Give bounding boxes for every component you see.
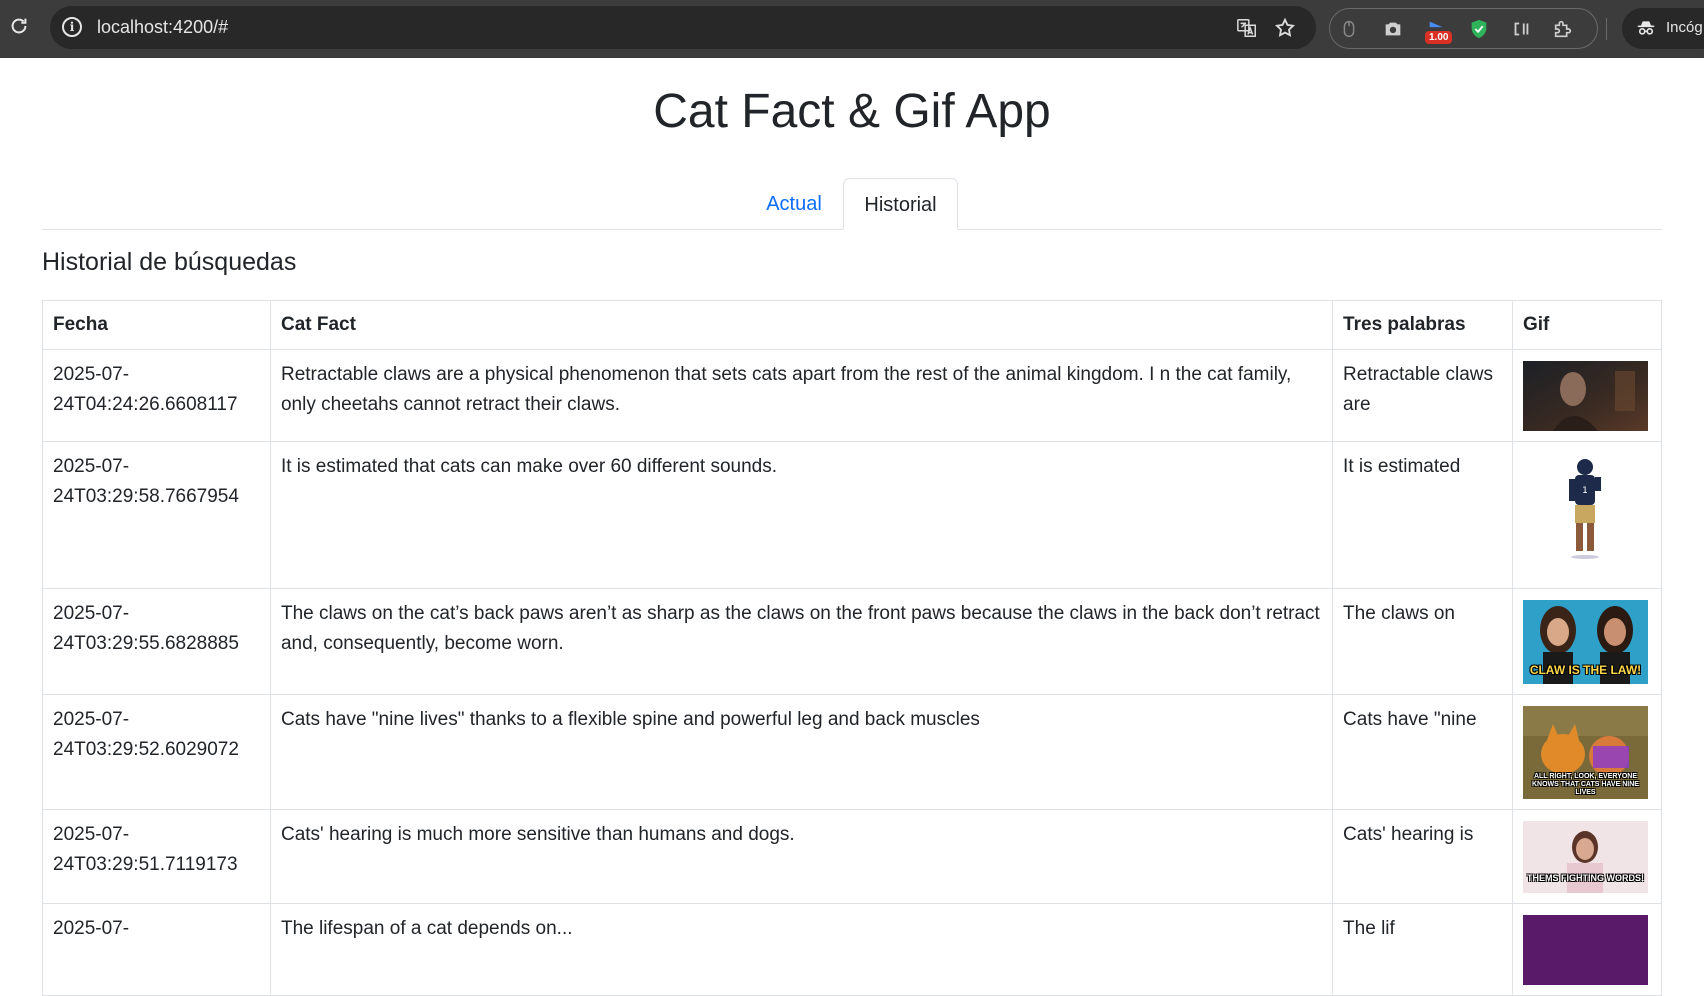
header-cat-fact: Cat Fact xyxy=(269,300,1334,350)
fact-cell: Cats' hearing is much more sensitive tha… xyxy=(269,809,1334,904)
page-title: Cat Fact & Gif App xyxy=(653,85,1051,138)
fecha-cell: 2025-07- 24T03:29:52.6029072 xyxy=(42,694,271,810)
fact-cell: The claws on the cat’s back paws aren’t … xyxy=(269,588,1334,695)
table-row: 2025-07- 24T04:24:26.6608117 Retractable … xyxy=(42,349,1663,442)
fecha-cell: 2025-07- 24T03:29:58.7667954 xyxy=(42,441,271,589)
header-tres-palabras: Tres palabras xyxy=(1332,300,1513,350)
gif-image: CLAW IS THE LAW! xyxy=(1522,600,1648,684)
gif-caption: THEMS FIGHTING WORDS! xyxy=(1526,873,1644,883)
fecha-time: 24T03:29:51.7119173 xyxy=(53,854,238,875)
fecha-time: 24T03:29:55.6828885 xyxy=(53,633,239,654)
header-gif: Gif xyxy=(1511,300,1663,350)
fact-cell: It is estimated that cats can make over … xyxy=(269,441,1334,589)
tres-palabras-cell: Cats have "nine xyxy=(1332,694,1513,810)
table-row: 2025-07- 24T03:29:52.6029072 Cats have "n… xyxy=(42,694,1663,810)
fecha-date: 2025-07- xyxy=(53,709,130,730)
toolbar-divider xyxy=(1606,18,1607,40)
gif-cell: THEMS FIGHTING WORDS! xyxy=(1511,809,1663,904)
incognito-label: Incóg xyxy=(1666,19,1703,36)
fact-cell: The lifespan of a cat depends on... xyxy=(269,903,1334,996)
extensions-puzzle-icon[interactable] xyxy=(1552,18,1574,40)
tab-actual[interactable]: Actual xyxy=(749,178,839,230)
address-url[interactable]: localhost:4200/# xyxy=(97,17,228,38)
table-header-row: Fecha Cat Fact Tres palabras Gif xyxy=(42,300,1663,350)
fact-cell: Cats have "nine lives" thanks to a flexi… xyxy=(269,694,1334,810)
gif-image: THEMS FIGHTING WORDS! xyxy=(1522,821,1648,893)
gif-image xyxy=(1522,361,1648,431)
gif-cell xyxy=(1511,903,1663,996)
gif-image: 1 xyxy=(1522,453,1648,578)
camera-extension-icon[interactable] xyxy=(1382,18,1404,40)
section-title: Historial de búsquedas xyxy=(42,248,297,276)
fecha-cell: 2025-07- 24T04:24:26.6608117 xyxy=(42,349,271,442)
table-row: 2025-07- The lifespan of a cat depends o… xyxy=(42,903,1663,996)
header-fecha: Fecha xyxy=(42,300,271,350)
tres-palabras-cell: It is estimated xyxy=(1332,441,1513,589)
address-bar[interactable]: i localhost:4200/# xyxy=(50,6,1316,49)
gif-cell: CLAW IS THE LAW! xyxy=(1511,588,1663,695)
history-table: Fecha Cat Fact Tres palabras Gif 2025-07… xyxy=(42,300,1663,996)
fecha-cell: 2025-07- 24T03:29:51.7119173 xyxy=(42,809,271,904)
fecha-time: 24T04:24:26.6608117 xyxy=(53,394,238,415)
tres-palabras-cell: Retractable claws are xyxy=(1332,349,1513,442)
tres-palabras-cell: The claws on xyxy=(1332,588,1513,695)
reload-icon[interactable] xyxy=(8,15,30,37)
gif-caption: CLAW IS THE LAW! xyxy=(1529,663,1642,677)
svg-text:1: 1 xyxy=(1582,486,1588,496)
fact-cell: Retractable claws are a physical phenome… xyxy=(269,349,1334,442)
gif-image: ALL RIGHT, LOOK, EVERYONE KNOWS THAT CAT… xyxy=(1522,706,1648,799)
fecha-date: 2025-07- xyxy=(53,364,130,385)
gif-image xyxy=(1522,915,1648,985)
gif-cell xyxy=(1511,349,1663,442)
table-row: 2025-07- 24T03:29:55.6828885 The claws on… xyxy=(42,588,1663,695)
fecha-cell: 2025-07- 24T03:29:55.6828885 xyxy=(42,588,271,695)
fecha-cell: 2025-07- xyxy=(42,903,271,996)
gif-cell: 1 xyxy=(1511,441,1663,589)
fecha-date: 2025-07- xyxy=(53,824,130,845)
fecha-date: 2025-07- xyxy=(53,918,130,939)
bookmark-star-icon[interactable] xyxy=(1274,17,1296,39)
fecha-time: 24T03:29:52.6029072 xyxy=(53,739,239,760)
fecha-date: 2025-07- xyxy=(53,603,130,624)
fecha-time: 24T03:29:58.7667954 xyxy=(53,486,239,507)
browser-toolbar: i localhost:4200/# 1.00 Incóg xyxy=(0,0,1704,58)
gif-cell: ALL RIGHT, LOOK, EVERYONE KNOWS THAT CAT… xyxy=(1511,694,1663,810)
site-info-icon[interactable]: i xyxy=(62,17,82,37)
extensions-group xyxy=(1329,8,1598,49)
tab-historial[interactable]: Historial xyxy=(843,178,958,230)
extension-badge: 1.00 xyxy=(1425,31,1453,44)
css-extension-icon[interactable] xyxy=(1510,18,1532,40)
tres-palabras-cell: The lif xyxy=(1332,903,1513,996)
fecha-date: 2025-07- xyxy=(53,456,130,477)
incognito-profile-button[interactable]: Incóg xyxy=(1622,8,1704,49)
shield-extension-icon[interactable] xyxy=(1468,18,1490,40)
incognito-icon xyxy=(1637,21,1655,35)
tres-palabras-cell: Cats' hearing is xyxy=(1332,809,1513,904)
table-row: 2025-07- 24T03:29:51.7119173 Cats' hearin… xyxy=(42,809,1663,904)
mouse-extension-icon[interactable] xyxy=(1338,18,1360,40)
translate-icon[interactable] xyxy=(1236,17,1258,39)
gif-caption: ALL RIGHT, LOOK, EVERYONE KNOWS THAT CAT… xyxy=(1532,773,1639,796)
table-row: 2025-07- 24T03:29:58.7667954 It is estima… xyxy=(42,441,1663,589)
